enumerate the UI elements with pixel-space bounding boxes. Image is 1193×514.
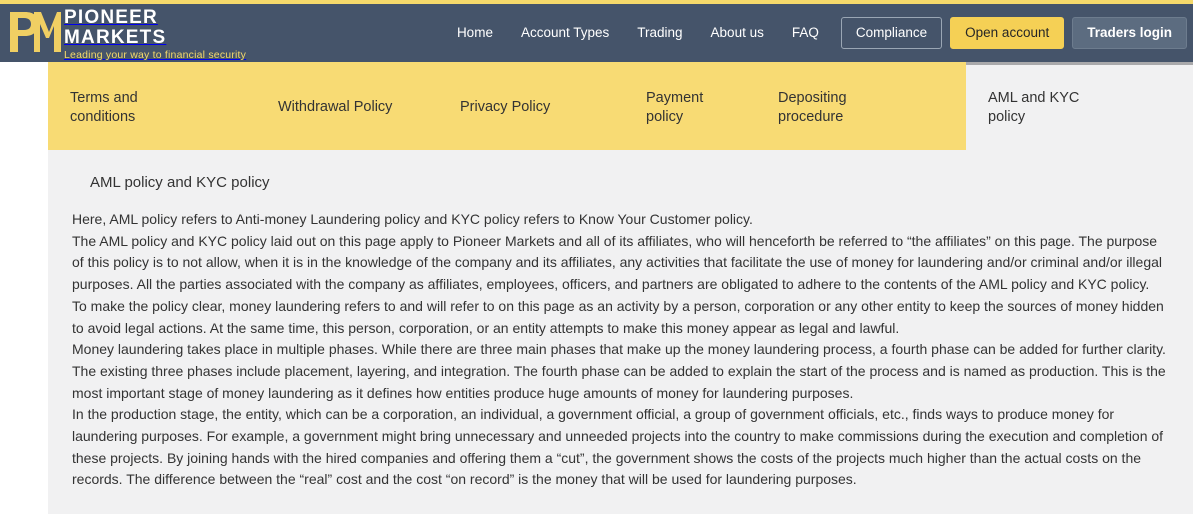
brand-line-2: MARKETS bbox=[64, 28, 246, 48]
brand-line-1: PIONEER bbox=[64, 8, 246, 28]
nav-item-faq[interactable]: FAQ bbox=[778, 4, 833, 62]
tab-privacy-policy[interactable]: Privacy Policy bbox=[438, 62, 624, 150]
paragraph: Money laundering takes place in multiple… bbox=[72, 339, 1169, 404]
nav-item-account-types[interactable]: Account Types bbox=[507, 4, 623, 62]
paragraph: To make the policy clear, money launderi… bbox=[72, 296, 1169, 339]
policy-tab-strip: Terms and conditions Withdrawal Policy P… bbox=[48, 62, 1193, 150]
tab-withdrawal-policy[interactable]: Withdrawal Policy bbox=[256, 62, 438, 150]
tab-terms-and-conditions[interactable]: Terms and conditions bbox=[48, 62, 256, 150]
main-navigation: Home Account Types Trading About us FAQ … bbox=[443, 4, 1187, 62]
site-logo[interactable]: PIONEER MARKETS Leading your way to fina… bbox=[0, 4, 246, 62]
traders-login-button[interactable]: Traders login bbox=[1072, 17, 1187, 49]
article-body: Here, AML policy refers to Anti-money La… bbox=[72, 209, 1169, 491]
brand-tagline: Leading your way to financial security bbox=[64, 49, 246, 62]
page-title: AML policy and KYC policy bbox=[90, 174, 1169, 191]
tab-depositing-procedure[interactable]: Depositing procedure bbox=[756, 62, 966, 150]
open-account-button[interactable]: Open account bbox=[950, 17, 1064, 49]
page-body: Terms and conditions Withdrawal Policy P… bbox=[0, 62, 1193, 514]
compliance-button[interactable]: Compliance bbox=[841, 17, 942, 49]
pm-monogram-icon bbox=[4, 4, 62, 60]
paragraph: Here, AML policy refers to Anti-money La… bbox=[72, 209, 1169, 231]
content-shell: Terms and conditions Withdrawal Policy P… bbox=[48, 62, 1193, 514]
paragraph: In the production stage, the entity, whi… bbox=[72, 404, 1169, 491]
tab-payment-policy[interactable]: Payment policy bbox=[624, 62, 756, 150]
nav-item-about-us[interactable]: About us bbox=[697, 4, 778, 62]
nav-item-home[interactable]: Home bbox=[443, 4, 507, 62]
nav-item-trading[interactable]: Trading bbox=[623, 4, 696, 62]
article: AML policy and KYC policy Here, AML poli… bbox=[48, 174, 1193, 491]
site-header: PIONEER MARKETS Leading your way to fina… bbox=[0, 4, 1193, 62]
paragraph: The AML policy and KYC policy laid out o… bbox=[72, 231, 1169, 296]
tab-aml-and-kyc-policy[interactable]: AML and KYC policy bbox=[966, 62, 1193, 150]
brand-text: PIONEER MARKETS Leading your way to fina… bbox=[64, 4, 246, 62]
